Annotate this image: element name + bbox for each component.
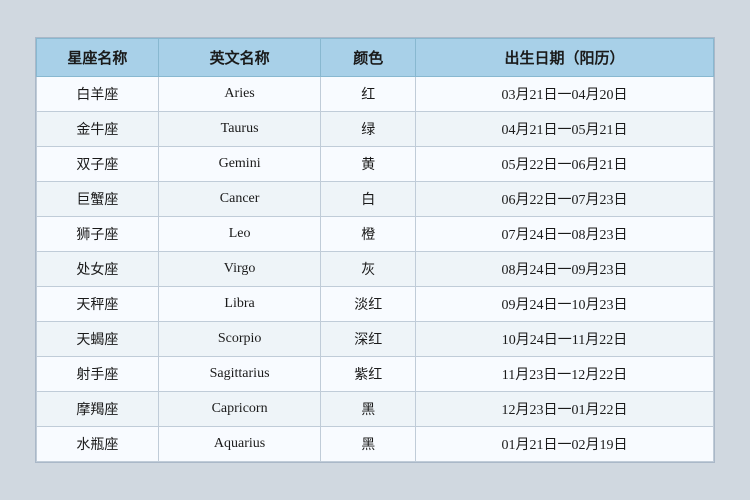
cell-chinese-8: 射手座 — [37, 357, 159, 392]
cell-date-7: 10月24日一11月22日 — [416, 322, 714, 357]
cell-english-5: Virgo — [158, 252, 320, 287]
cell-english-0: Aries — [158, 77, 320, 112]
cell-date-10: 01月21日一02月19日 — [416, 427, 714, 462]
cell-english-1: Taurus — [158, 112, 320, 147]
cell-chinese-5: 处女座 — [37, 252, 159, 287]
cell-color-0: 红 — [321, 77, 416, 112]
cell-color-5: 灰 — [321, 252, 416, 287]
table-row: 白羊座Aries红03月21日一04月20日 — [37, 77, 714, 112]
cell-english-3: Cancer — [158, 182, 320, 217]
header-color: 颜色 — [321, 39, 416, 77]
zodiac-table: 星座名称 英文名称 颜色 出生日期（阳历） 白羊座Aries红03月21日一04… — [36, 38, 714, 462]
cell-english-6: Libra — [158, 287, 320, 322]
cell-chinese-7: 天蝎座 — [37, 322, 159, 357]
cell-chinese-0: 白羊座 — [37, 77, 159, 112]
cell-color-1: 绿 — [321, 112, 416, 147]
cell-chinese-10: 水瓶座 — [37, 427, 159, 462]
table-row: 天秤座Libra淡红09月24日一10月23日 — [37, 287, 714, 322]
cell-color-10: 黑 — [321, 427, 416, 462]
cell-color-3: 白 — [321, 182, 416, 217]
cell-date-3: 06月22日一07月23日 — [416, 182, 714, 217]
cell-date-5: 08月24日一09月23日 — [416, 252, 714, 287]
cell-english-4: Leo — [158, 217, 320, 252]
table-row: 金牛座Taurus绿04月21日一05月21日 — [37, 112, 714, 147]
cell-color-2: 黄 — [321, 147, 416, 182]
cell-date-4: 07月24日一08月23日 — [416, 217, 714, 252]
cell-date-9: 12月23日一01月22日 — [416, 392, 714, 427]
cell-date-6: 09月24日一10月23日 — [416, 287, 714, 322]
cell-chinese-9: 摩羯座 — [37, 392, 159, 427]
header-chinese: 星座名称 — [37, 39, 159, 77]
cell-chinese-4: 狮子座 — [37, 217, 159, 252]
table-row: 水瓶座Aquarius黑01月21日一02月19日 — [37, 427, 714, 462]
cell-date-1: 04月21日一05月21日 — [416, 112, 714, 147]
table-row: 巨蟹座Cancer白06月22日一07月23日 — [37, 182, 714, 217]
cell-english-10: Aquarius — [158, 427, 320, 462]
cell-chinese-6: 天秤座 — [37, 287, 159, 322]
cell-color-7: 深红 — [321, 322, 416, 357]
cell-date-0: 03月21日一04月20日 — [416, 77, 714, 112]
cell-english-2: Gemini — [158, 147, 320, 182]
cell-chinese-1: 金牛座 — [37, 112, 159, 147]
cell-color-4: 橙 — [321, 217, 416, 252]
cell-color-9: 黑 — [321, 392, 416, 427]
zodiac-table-container: 星座名称 英文名称 颜色 出生日期（阳历） 白羊座Aries红03月21日一04… — [35, 37, 715, 463]
cell-english-7: Scorpio — [158, 322, 320, 357]
cell-english-8: Sagittarius — [158, 357, 320, 392]
cell-english-9: Capricorn — [158, 392, 320, 427]
header-english: 英文名称 — [158, 39, 320, 77]
table-header-row: 星座名称 英文名称 颜色 出生日期（阳历） — [37, 39, 714, 77]
cell-chinese-3: 巨蟹座 — [37, 182, 159, 217]
cell-date-2: 05月22日一06月21日 — [416, 147, 714, 182]
table-row: 射手座Sagittarius紫红11月23日一12月22日 — [37, 357, 714, 392]
table-row: 天蝎座Scorpio深红10月24日一11月22日 — [37, 322, 714, 357]
table-row: 处女座Virgo灰08月24日一09月23日 — [37, 252, 714, 287]
table-row: 双子座Gemini黄05月22日一06月21日 — [37, 147, 714, 182]
header-date: 出生日期（阳历） — [416, 39, 714, 77]
table-row: 摩羯座Capricorn黑12月23日一01月22日 — [37, 392, 714, 427]
cell-color-8: 紫红 — [321, 357, 416, 392]
cell-date-8: 11月23日一12月22日 — [416, 357, 714, 392]
cell-chinese-2: 双子座 — [37, 147, 159, 182]
table-row: 狮子座Leo橙07月24日一08月23日 — [37, 217, 714, 252]
cell-color-6: 淡红 — [321, 287, 416, 322]
